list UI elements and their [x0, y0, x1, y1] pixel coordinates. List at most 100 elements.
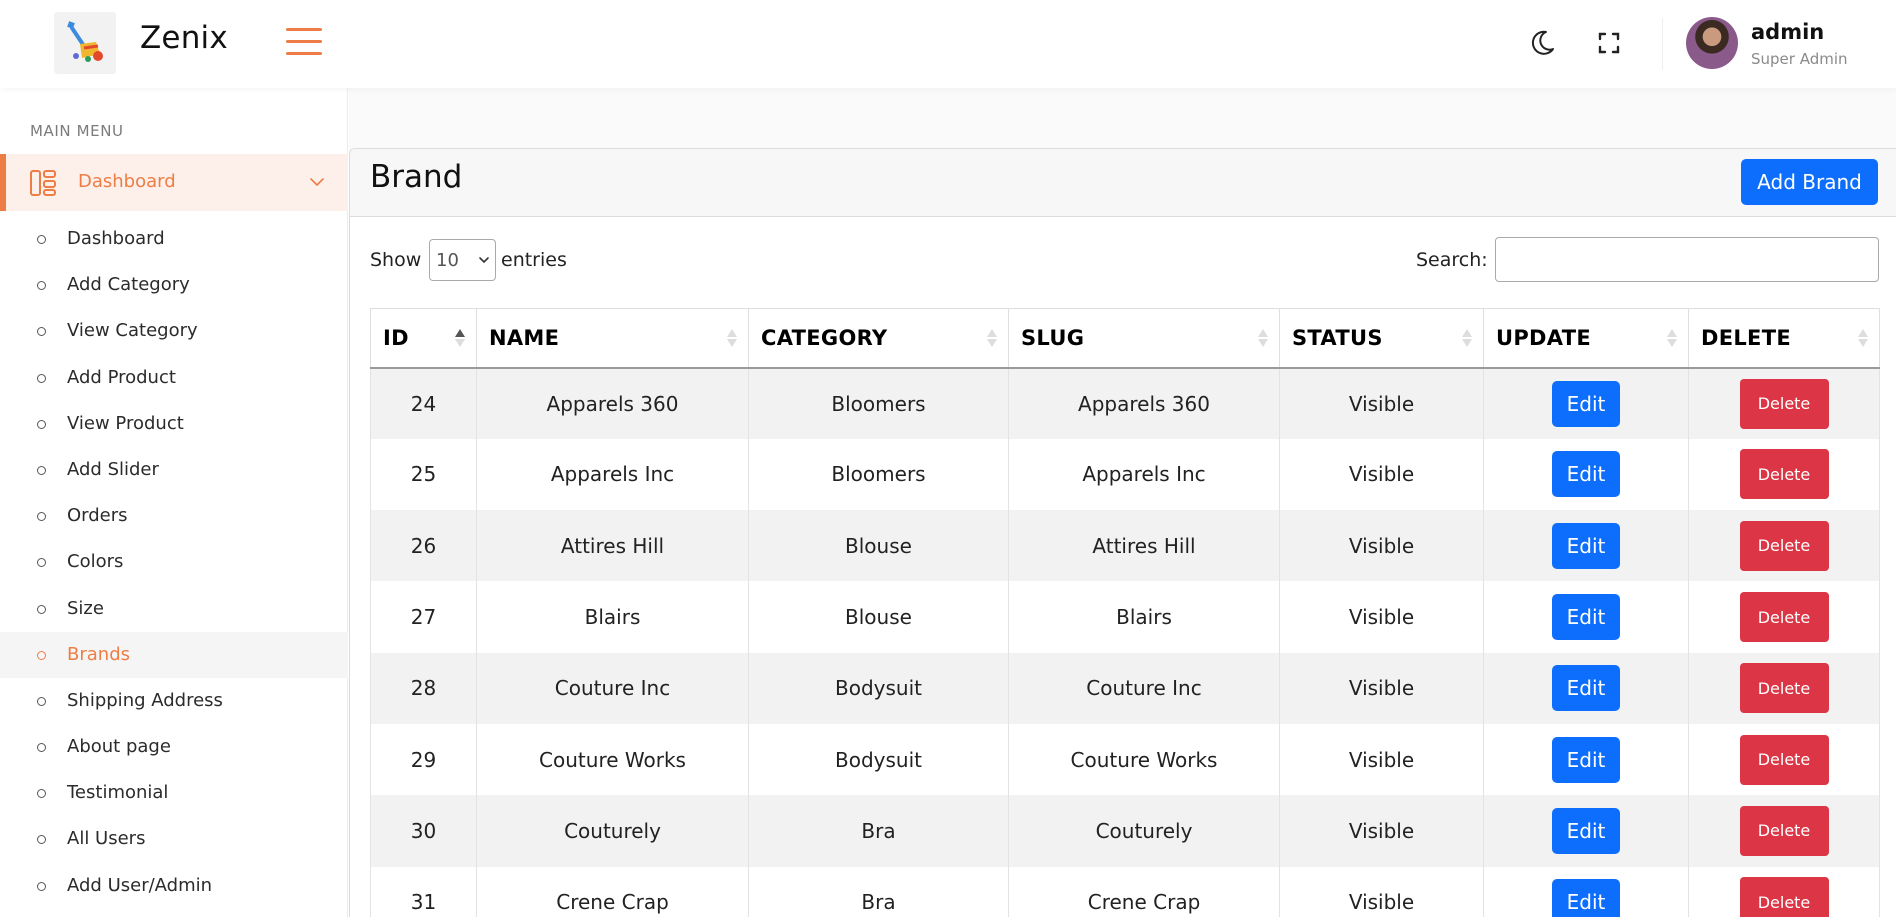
edit-button[interactable]: Edit	[1552, 522, 1620, 569]
cell-name: Attires Hill	[476, 510, 749, 582]
logo-icon[interactable]	[54, 12, 116, 74]
sidebar-item-size[interactable]: Size	[0, 586, 348, 632]
sidebar-item-shipping-address[interactable]: Shipping Address	[0, 678, 348, 724]
edit-button[interactable]: Edit	[1552, 451, 1620, 498]
avatar[interactable]	[1686, 17, 1738, 69]
sidebar-item-view-category[interactable]: View Category	[0, 308, 348, 354]
dashboard-icon	[28, 168, 58, 198]
sidebar-item-dashboard-group[interactable]: Dashboard	[0, 154, 348, 211]
entries-label: entries	[501, 249, 567, 271]
sidebar-item-testimonial[interactable]: Testimonial	[0, 770, 348, 816]
bullet-icon	[37, 789, 46, 799]
sidebar-item-colors[interactable]: Colors	[0, 539, 348, 585]
table-row: 25 Apparels Inc Bloomers Apparels Inc Vi…	[370, 438, 1880, 511]
cell-name: Blairs	[476, 581, 749, 653]
bullet-icon	[37, 512, 46, 522]
bullet-icon	[37, 881, 46, 891]
sidebar-item-all-users[interactable]: All Users	[0, 816, 348, 862]
delete-button[interactable]: Delete	[1739, 734, 1829, 785]
sidebar-item-label: View Category	[67, 320, 198, 342]
column-header-label: DELETE	[1701, 325, 1791, 350]
sidebar-item-label: Testimonial	[67, 782, 169, 804]
sort-icon	[987, 329, 997, 347]
cell-category: Blouse	[748, 510, 1009, 582]
sort-asc-icon	[455, 329, 465, 347]
column-header-id[interactable]: ID	[370, 308, 477, 369]
entries-value: 10	[436, 250, 459, 271]
hamburger-icon[interactable]	[286, 26, 322, 56]
cell-status: Visible	[1279, 367, 1484, 439]
cell-delete: Delete	[1688, 367, 1880, 439]
column-header-label: CATEGORY	[761, 325, 888, 350]
entries-select[interactable]: 10	[429, 239, 496, 281]
moon-icon[interactable]	[1526, 27, 1558, 59]
bullet-icon	[37, 327, 46, 337]
search-label: Search:	[1416, 249, 1488, 271]
sidebar-item-about-page[interactable]: About page	[0, 724, 348, 770]
cell-update: Edit	[1483, 866, 1689, 917]
column-header-label: NAME	[489, 325, 560, 350]
cell-category: Bra	[748, 866, 1009, 917]
column-header-label: SLUG	[1021, 325, 1085, 350]
sidebar-item-add-user-admin[interactable]: Add User/Admin	[0, 863, 348, 909]
column-header-delete[interactable]: DELETE	[1688, 308, 1880, 369]
cell-update: Edit	[1483, 652, 1689, 724]
cell-id: 30	[370, 795, 477, 867]
show-label: Show	[370, 249, 422, 271]
cell-id: 27	[370, 581, 477, 653]
page-title: Brand	[370, 159, 463, 195]
sidebar-item-brands[interactable]: Brands	[0, 631, 348, 678]
delete-button[interactable]: Delete	[1739, 877, 1829, 917]
cell-status: Visible	[1279, 510, 1484, 582]
cell-delete: Delete	[1688, 581, 1880, 653]
cell-update: Edit	[1483, 581, 1689, 653]
table-header-row: ID NAME CATEGORY SLUG STATUS UPDATE DELE…	[370, 308, 1880, 369]
fullscreen-icon[interactable]	[1593, 27, 1625, 59]
delete-button[interactable]: Delete	[1739, 805, 1829, 856]
edit-button[interactable]: Edit	[1552, 665, 1620, 712]
table-row: 28 Couture Inc Bodysuit Couture Inc Visi…	[370, 652, 1880, 724]
delete-button[interactable]: Delete	[1739, 663, 1829, 714]
sidebar-item-add-slider[interactable]: Add Slider	[0, 447, 348, 493]
delete-button[interactable]: Delete	[1739, 378, 1829, 429]
edit-button[interactable]: Edit	[1552, 807, 1620, 854]
cell-delete: Delete	[1688, 438, 1880, 511]
delete-button[interactable]: Delete	[1739, 449, 1829, 500]
user-role: Super Admin	[1751, 50, 1848, 68]
sidebar-item-view-product[interactable]: View Product	[0, 401, 348, 447]
delete-button[interactable]: Delete	[1739, 592, 1829, 643]
cell-name: Apparels Inc	[476, 438, 749, 511]
edit-button[interactable]: Edit	[1552, 594, 1620, 641]
edit-button[interactable]: Edit	[1552, 736, 1620, 783]
cell-slug: Couture Inc	[1008, 652, 1280, 724]
cell-slug: Blairs	[1008, 581, 1280, 653]
bullet-icon	[37, 235, 46, 244]
column-header-slug[interactable]: SLUG	[1008, 308, 1280, 369]
edit-button[interactable]: Edit	[1552, 380, 1620, 427]
add-brand-button[interactable]: Add Brand	[1741, 159, 1878, 205]
column-header-status[interactable]: STATUS	[1279, 308, 1484, 369]
cell-name: Couturely	[476, 795, 749, 867]
delete-button[interactable]: Delete	[1739, 520, 1829, 571]
cell-id: 25	[370, 438, 477, 511]
search-input[interactable]	[1495, 237, 1879, 282]
table-row: 24 Apparels 360 Bloomers Apparels 360 Vi…	[370, 367, 1880, 439]
chevron-down-icon	[308, 173, 326, 191]
sidebar-item-label: Add Product	[67, 366, 176, 388]
edit-button[interactable]: Edit	[1552, 879, 1620, 917]
column-header-label: ID	[383, 325, 409, 350]
sidebar-item-label: Colors	[67, 551, 124, 573]
sidebar-item-orders[interactable]: Orders	[0, 493, 348, 539]
sidebar-item-add-product[interactable]: Add Product	[0, 355, 348, 401]
column-header-name[interactable]: NAME	[476, 308, 749, 369]
sidebar-item-add-category[interactable]: Add Category	[0, 262, 348, 308]
sidebar: MAIN MENU Dashboard Dashboard Add Catego…	[0, 88, 348, 917]
bullet-icon	[37, 835, 46, 845]
cell-id: 26	[370, 510, 477, 582]
chevron-down-icon	[479, 257, 489, 264]
column-header-category[interactable]: CATEGORY	[748, 308, 1009, 369]
sidebar-item-dashboard[interactable]: Dashboard	[0, 216, 348, 262]
column-header-update[interactable]: UPDATE	[1483, 308, 1689, 369]
column-header-label: UPDATE	[1496, 325, 1591, 350]
table-row: 31 Crene Crap Bra Crene Crap Visible Edi…	[370, 866, 1880, 917]
